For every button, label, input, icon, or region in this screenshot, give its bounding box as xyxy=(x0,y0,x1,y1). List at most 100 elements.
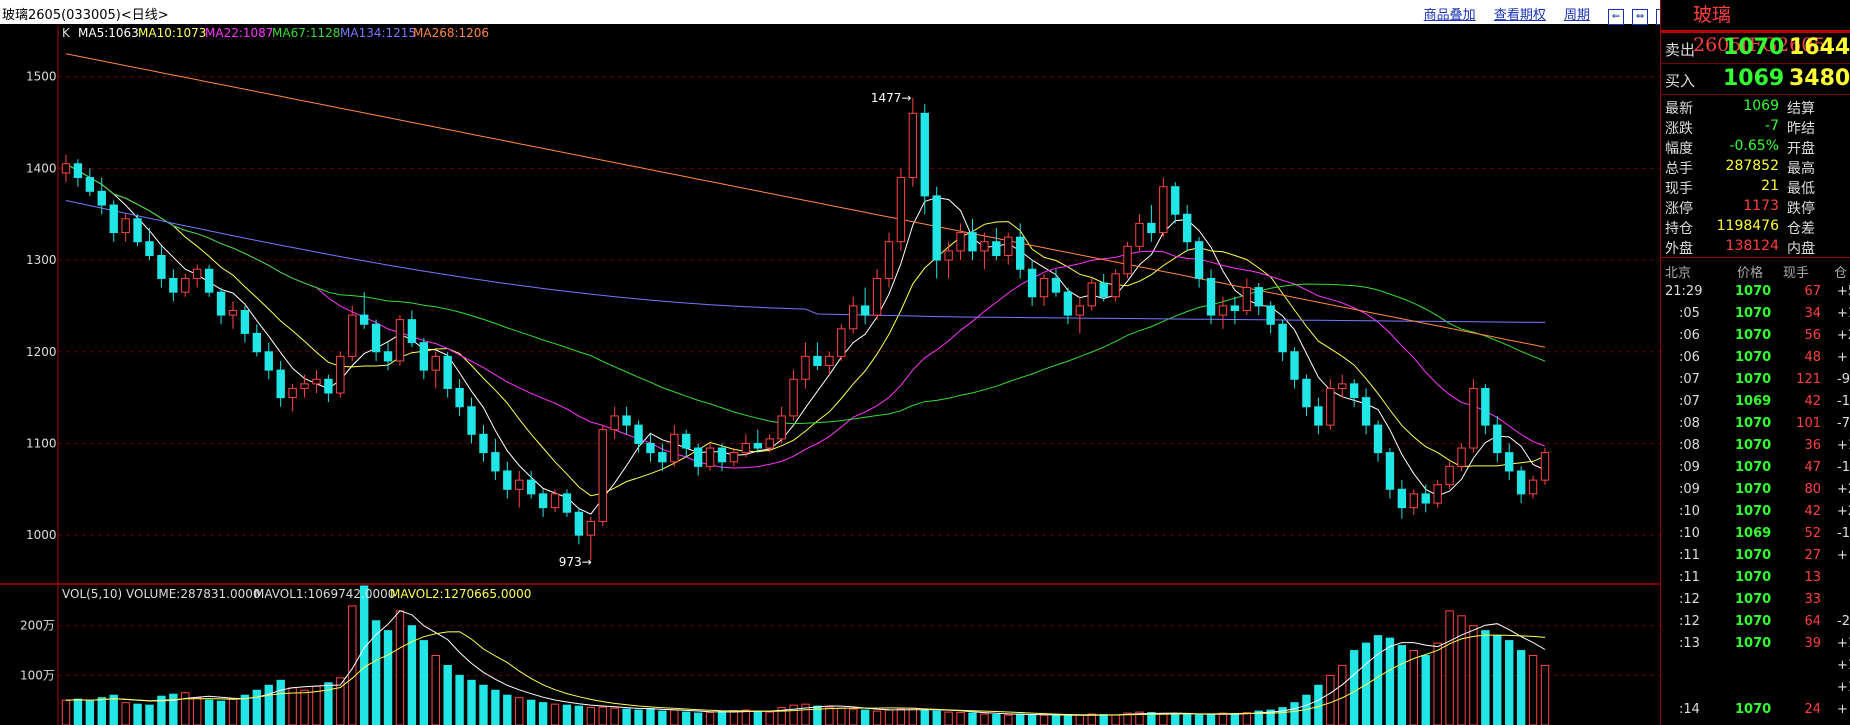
volume-bar xyxy=(1218,712,1228,725)
ask-price: 1070 xyxy=(1723,35,1785,60)
volume-bar xyxy=(1099,714,1108,725)
candle-body xyxy=(908,112,918,179)
quote-key-2: 开盘 xyxy=(1787,141,1815,157)
tick-row[interactable]: :13 1070 39 +1 xyxy=(1661,632,1850,654)
tick-row[interactable]: :07 1069 42 -1 xyxy=(1661,390,1850,412)
period-link[interactable]: 周期 xyxy=(1564,8,1590,23)
quote-key-2: 最高 xyxy=(1787,161,1815,177)
candle-body xyxy=(1254,287,1263,307)
candle-body xyxy=(1338,383,1347,389)
quote-value: 138124 xyxy=(1725,238,1779,254)
split-button[interactable]: ⇔ xyxy=(1632,9,1649,25)
volume-bar xyxy=(837,707,846,725)
tick-volume: 27 xyxy=(1804,548,1821,563)
tick-price: 1070 xyxy=(1735,636,1772,651)
tick-row[interactable]: :12 1070 64 -2 xyxy=(1661,610,1850,632)
quote-row: 涨跌 -7 昨结 xyxy=(1661,117,1850,137)
candle-body xyxy=(1528,479,1538,495)
tick-price: 1069 xyxy=(1735,526,1772,541)
tick-volume: 80 xyxy=(1804,482,1821,497)
volume-bar xyxy=(610,707,619,725)
candle-body xyxy=(1493,424,1502,454)
candle-body xyxy=(336,355,345,394)
quote-key: 涨停 xyxy=(1665,201,1693,217)
tick-row[interactable]: :14 1070 24 + xyxy=(1661,698,1850,720)
volume-bar xyxy=(1421,655,1430,725)
volume-bar xyxy=(884,709,894,725)
candle-body xyxy=(1099,282,1108,298)
candle-body xyxy=(1147,222,1156,234)
volume-bar xyxy=(598,706,607,725)
volume-bar xyxy=(1349,650,1359,725)
restore-button[interactable]: ⇐ xyxy=(1608,9,1624,25)
tick-row[interactable]: :06 1070 48 + xyxy=(1661,346,1850,368)
tick-row[interactable]: :08 1070 101 -7 xyxy=(1661,412,1850,434)
bid-row[interactable]: 买入 1069 3480 xyxy=(1661,64,1850,95)
tick-row[interactable]: :11 1070 13 xyxy=(1661,566,1850,588)
tick-row[interactable]: :10 1070 42 +2 xyxy=(1661,500,1850,522)
tick-oi: +2 xyxy=(1837,504,1850,519)
volume-bar xyxy=(133,703,142,725)
candle-body xyxy=(1421,493,1430,504)
tick-oi: -1 xyxy=(1837,526,1850,541)
tick-row[interactable]: :10 1069 52 -1 xyxy=(1661,522,1850,544)
volume-bar xyxy=(85,700,95,725)
ask-row[interactable]: 卖出 1070 1644 xyxy=(1661,33,1850,64)
tick-time: :14 xyxy=(1679,702,1700,717)
volume-bar xyxy=(1505,640,1514,725)
volume-bar xyxy=(992,714,1001,725)
tick-time: :12 xyxy=(1679,614,1700,629)
tick-volume: 47 xyxy=(1804,460,1821,475)
tick-header-price: 价格 xyxy=(1737,266,1764,281)
candle-body xyxy=(419,342,429,371)
tick-row[interactable]: :11 1070 27 + xyxy=(1661,544,1850,566)
view-options-link[interactable]: 查看期权 xyxy=(1494,8,1546,23)
volume-bar xyxy=(1433,642,1442,725)
candle-body xyxy=(1027,268,1037,298)
bid-label: 买入 xyxy=(1665,72,1696,90)
tick-price: 1070 xyxy=(1735,350,1772,365)
quote-row: 涨停 1173 跌停 xyxy=(1661,197,1850,217)
candle-body xyxy=(97,190,106,206)
tick-row[interactable]: 21:29 1070 67 +5 xyxy=(1661,280,1850,302)
chart-area[interactable]: K MA5:1063 MA10:1073 MA22:1087 MA67:1128… xyxy=(0,26,1660,725)
volume-bar xyxy=(252,689,262,725)
tick-row[interactable]: :07 1070 121 -9 xyxy=(1661,368,1850,390)
candle-body xyxy=(777,415,786,440)
volume-bar xyxy=(1516,650,1526,725)
tick-oi: +1 xyxy=(1837,658,1850,673)
volume-bar xyxy=(479,684,488,725)
candle-body xyxy=(1314,406,1323,426)
volume-bar xyxy=(1051,715,1061,725)
volume-bar xyxy=(1194,714,1204,725)
price-tick: 1300 xyxy=(26,253,57,267)
contract-title: 玻璃2605(FG2605) xyxy=(1661,0,1850,56)
candle-body xyxy=(658,452,667,463)
tick-oi: +1 xyxy=(1837,306,1850,321)
quote-value: 1173 xyxy=(1743,198,1779,214)
ma67-label: MA67:1128 xyxy=(272,26,340,40)
tick-oi: +1 xyxy=(1837,680,1850,695)
quote-key: 外盘 xyxy=(1665,241,1693,257)
candle-body xyxy=(634,424,643,444)
candle-body xyxy=(682,433,691,449)
tick-row[interactable]: :08 1070 36 +1 xyxy=(1661,434,1850,456)
tick-row[interactable]: +1 xyxy=(1661,676,1850,698)
tick-row[interactable]: +1 xyxy=(1661,654,1850,676)
tick-header-oi: 仓 xyxy=(1834,266,1848,281)
tick-row[interactable]: :06 1070 56 +2 xyxy=(1661,324,1850,346)
tick-row[interactable]: :12 1070 33 xyxy=(1661,588,1850,610)
quote-row: 外盘 138124 内盘 xyxy=(1661,237,1850,257)
tick-list[interactable]: 21:29 1070 67 +5:05 1070 34 +1:06 1070 56 +2:06 10… xyxy=(1661,280,1850,720)
price-tick: 1400 xyxy=(26,161,57,175)
compare-commodity-link[interactable]: 商品叠加 xyxy=(1424,8,1476,23)
tick-row[interactable]: :05 1070 34 +1 xyxy=(1661,302,1850,324)
candle-body xyxy=(73,163,83,179)
volume-bar xyxy=(682,711,691,725)
ask-volume: 1644 xyxy=(1789,35,1850,60)
tick-row[interactable]: :09 1070 80 +2 xyxy=(1661,478,1850,500)
tick-row[interactable]: :09 1070 47 -1 xyxy=(1661,456,1850,478)
candle-body xyxy=(1540,452,1550,481)
candle-body xyxy=(717,447,727,463)
volume-bar xyxy=(1182,714,1192,725)
